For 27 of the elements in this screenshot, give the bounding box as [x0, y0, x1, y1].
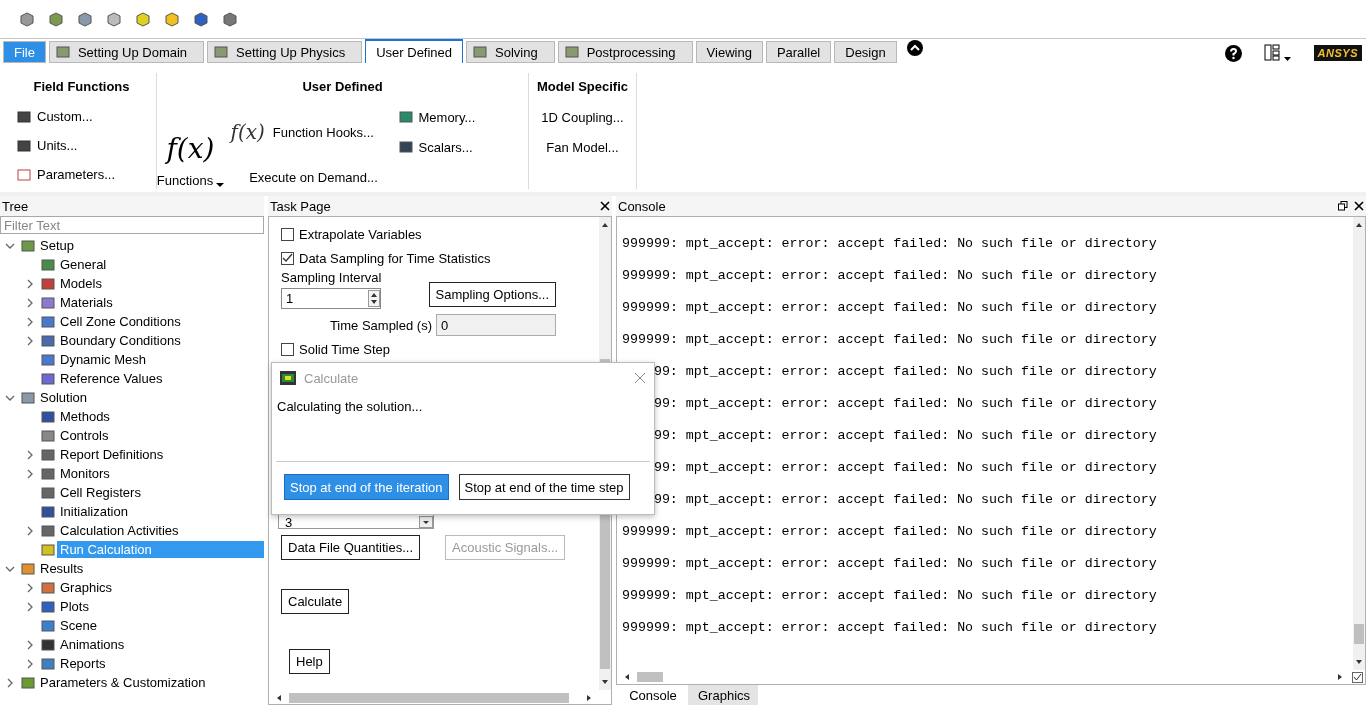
console-line: 999999: mpt_accept: error: accept failed: No such file or directory: [622, 300, 1157, 316]
dialog-title: Calculate: [304, 370, 360, 386]
group-title: User Defined: [302, 79, 383, 94]
pane-title: Console: [618, 198, 666, 214]
field-label: Sampling Interval: [281, 270, 382, 285]
console-line: 999999: mpt_accept: error: accept failed: No such file or directory: [622, 332, 1157, 348]
group-title: Field Functions: [33, 79, 130, 94]
pane-title: Tree: [2, 198, 29, 214]
brand-logo: ANSYS: [1313, 45, 1362, 61]
console-line: 999999: mpt_accept: error: accept failed: No such file or directory: [622, 268, 1157, 284]
console-line: 999999: mpt_accept: error: accept failed: No such file or directory: [622, 524, 1157, 540]
function-symbol: f(x): [228, 119, 266, 145]
function-symbol: f(x): [164, 130, 216, 167]
pane-title: Task Page: [270, 198, 331, 214]
field-label: Time Sampled (s): [329, 317, 432, 333]
console-line: 99: mpt_accept: error: accept failed: No such file or directory: [653, 396, 1157, 412]
console-line: 999999: mpt_accept: error: accept failed: No such file or directory: [622, 236, 1157, 252]
console-line: 999999: mpt_accept: error: accept failed: No such file or directory: [622, 588, 1157, 604]
console-line: 99: mpt_accept: error: accept failed: No such file or directory: [653, 492, 1157, 508]
time-sampled-field: 0: [436, 314, 556, 336]
console-line: 99: mpt_accept: error: accept failed: No such file or directory: [653, 428, 1157, 444]
console-line: 999999: mpt_accept: error: accept failed: No such file or directory: [622, 620, 1157, 636]
group-title: Model Specific: [537, 79, 628, 94]
console-line: 99: mpt_accept: error: accept failed: No such file or directory: [653, 460, 1157, 476]
console-line: 99: mpt_accept: error: accept failed: No such file or directory: [653, 364, 1157, 380]
console-line: 999999: mpt_accept: error: accept failed: No such file or directory: [622, 556, 1157, 572]
dialog-message: Calculating the solution...: [277, 399, 423, 414]
